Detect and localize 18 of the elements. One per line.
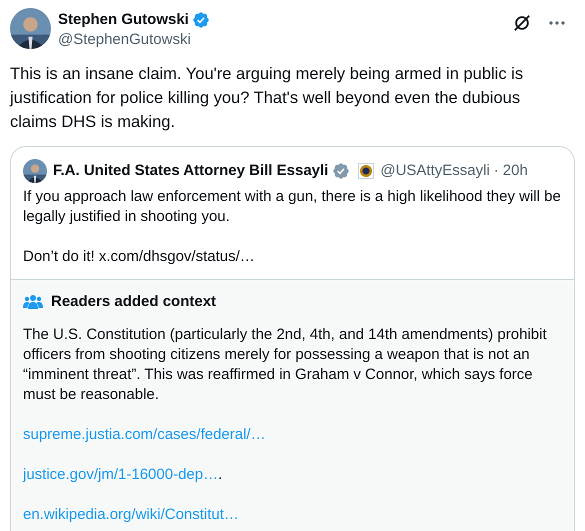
more-icon[interactable]	[549, 21, 565, 25]
note-title: Readers added context	[51, 292, 216, 312]
author-name[interactable]: Stephen Gutowski	[58, 10, 189, 30]
quote-author-name[interactable]: F.A. United States Attorney Bill Essayli	[53, 161, 328, 181]
quote-card[interactable]	[10, 146, 575, 531]
verified-badge-icon	[332, 162, 350, 180]
seal-icon	[358, 163, 374, 179]
tweet-text: This is an insane claim. You're arguing merely being armed in public is justification for police killing you? That's well beyond even the dubious claims DHS is making.	[8, 64, 524, 133]
people-icon	[23, 294, 43, 310]
note-text: The U.S. Constitution (particularly the 2nd, 4th, and 14th amendments) prohibit officers from shooting citizens merely for possessing a weapon that is not an “imminent threat”. This was reaffirmed in Graham v Connor, which says force must be reasonable.	[23, 325, 548, 405]
period: .	[218, 465, 222, 485]
quote-handle[interactable]: @USAttyEssayli	[380, 161, 490, 181]
quote-text: If you approach law enforcement with a gun, there is a high likelihood they will be legally justified in shooting you.	[23, 187, 562, 227]
timestamp[interactable]: 20h	[502, 160, 528, 182]
quote-text: Don’t do it! x.com/dhsgov/status/…	[23, 247, 256, 267]
verified-badge-icon	[192, 11, 210, 29]
author-handle[interactable]: @StephenGutowski	[58, 30, 210, 50]
separator: ·	[494, 160, 499, 181]
